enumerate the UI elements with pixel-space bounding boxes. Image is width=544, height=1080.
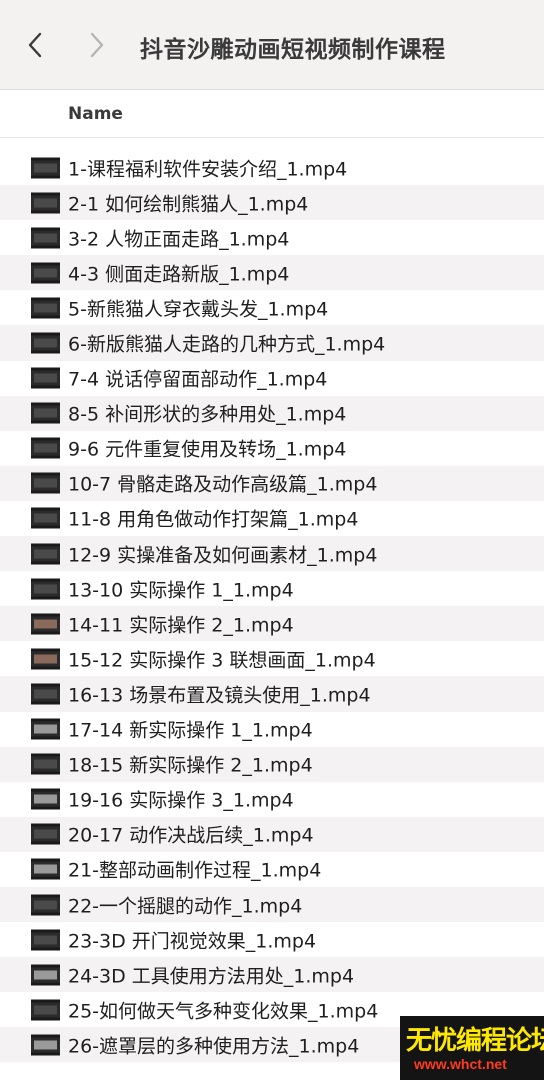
file-row[interactable]: 16-13 场景布置及镜头使用_1.mp4 bbox=[0, 676, 544, 712]
video-thumbnail-icon bbox=[31, 192, 60, 214]
list-header: Name bbox=[0, 90, 544, 138]
video-thumbnail-icon bbox=[31, 613, 60, 635]
file-row[interactable]: 6-新版熊猫人走路的几种方式_1.mp4 bbox=[0, 325, 544, 361]
file-row[interactable]: 19-16 实际操作 3_1.mp4 bbox=[0, 782, 544, 817]
file-name: 12-9 实操准备及如何画素材_1.mp4 bbox=[68, 544, 378, 567]
video-thumbnail-icon bbox=[31, 788, 60, 810]
file-name: 7-4 说话停留面部动作_1.mp4 bbox=[68, 368, 328, 391]
video-thumbnail-icon bbox=[31, 157, 60, 179]
back-button[interactable] bbox=[20, 28, 50, 62]
file-row[interactable]: 10-7 骨骼走路及动作高级篇_1.mp4 bbox=[0, 465, 544, 501]
video-thumbnail-icon bbox=[31, 472, 60, 494]
file-name: 25-如何做天气多种变化效果_1.mp4 bbox=[68, 1000, 379, 1023]
chevron-left-icon bbox=[28, 32, 42, 58]
file-row[interactable]: 8-5 补间形状的多种用处_1.mp4 bbox=[0, 395, 544, 431]
chevron-right-icon bbox=[90, 32, 104, 58]
video-thumbnail-icon bbox=[31, 1034, 60, 1056]
file-list: 1-课程福利软件安装介绍_1.mp4 2-1 如何绘制熊猫人_1.mp4 3-2… bbox=[0, 150, 544, 1063]
column-header-name[interactable]: Name bbox=[68, 104, 123, 124]
file-name: 13-10 实际操作 1_1.mp4 bbox=[68, 579, 294, 602]
forward-button[interactable] bbox=[82, 28, 112, 62]
video-thumbnail-icon bbox=[31, 929, 60, 951]
video-thumbnail-icon bbox=[31, 262, 60, 284]
video-thumbnail-icon bbox=[31, 507, 60, 529]
file-name: 19-16 实际操作 3_1.mp4 bbox=[68, 789, 294, 812]
file-name: 24-3D 工具使用方法用处_1.mp4 bbox=[68, 965, 355, 988]
file-name: 11-8 用角色做动作打架篇_1.mp4 bbox=[68, 508, 359, 531]
file-row[interactable]: 13-10 实际操作 1_1.mp4 bbox=[0, 571, 544, 606]
video-thumbnail-icon bbox=[31, 297, 60, 319]
file-name: 6-新版熊猫人走路的几种方式_1.mp4 bbox=[68, 333, 386, 356]
watermark-text: 无忧编程论坛 bbox=[406, 1026, 544, 1056]
video-thumbnail-icon bbox=[31, 894, 60, 916]
file-name: 22-一个摇腿的动作_1.mp4 bbox=[68, 895, 303, 918]
file-name: 2-1 如何绘制熊猫人_1.mp4 bbox=[68, 193, 309, 216]
file-row[interactable]: 11-8 用角色做动作打架篇_1.mp4 bbox=[0, 501, 544, 536]
file-name: 15-12 实际操作 3 联想画面_1.mp4 bbox=[68, 649, 376, 672]
file-name: 23-3D 开门视觉效果_1.mp4 bbox=[68, 930, 317, 953]
file-row[interactable]: 4-3 侧面走路新版_1.mp4 bbox=[0, 255, 544, 291]
watermark-logo: 无忧编程论坛 www.whct.net bbox=[400, 1016, 544, 1080]
file-name: 1-课程福利软件安装介绍_1.mp4 bbox=[68, 158, 348, 181]
file-name: 4-3 侧面走路新版_1.mp4 bbox=[68, 263, 290, 286]
file-row[interactable]: 5-新熊猫人穿衣戴头发_1.mp4 bbox=[0, 290, 544, 325]
video-thumbnail-icon bbox=[31, 648, 60, 670]
video-thumbnail-icon bbox=[31, 227, 60, 249]
video-thumbnail-icon bbox=[31, 543, 60, 565]
watermark-url: www.whct.net bbox=[414, 1056, 507, 1072]
file-row[interactable]: 21-整部动画制作过程_1.mp4 bbox=[0, 852, 544, 887]
file-name: 10-7 骨骼走路及动作高级篇_1.mp4 bbox=[68, 473, 378, 496]
file-row[interactable]: 3-2 人物正面走路_1.mp4 bbox=[0, 220, 544, 255]
video-thumbnail-icon bbox=[31, 718, 60, 740]
file-row[interactable]: 23-3D 开门视觉效果_1.mp4 bbox=[0, 922, 544, 957]
file-name: 18-15 新实际操作 2_1.mp4 bbox=[68, 754, 313, 777]
file-row[interactable]: 14-11 实际操作 2_1.mp4 bbox=[0, 606, 544, 642]
file-row[interactable]: 12-9 实操准备及如何画素材_1.mp4 bbox=[0, 536, 544, 572]
video-thumbnail-icon bbox=[31, 823, 60, 845]
video-thumbnail-icon bbox=[31, 858, 60, 880]
file-row[interactable]: 15-12 实际操作 3 联想画面_1.mp4 bbox=[0, 641, 544, 676]
file-row[interactable]: 1-课程福利软件安装介绍_1.mp4 bbox=[0, 150, 544, 185]
video-thumbnail-icon bbox=[31, 437, 60, 459]
file-name: 9-6 元件重复使用及转场_1.mp4 bbox=[68, 438, 347, 461]
file-name: 14-11 实际操作 2_1.mp4 bbox=[68, 614, 294, 637]
video-thumbnail-icon bbox=[31, 964, 60, 986]
file-row[interactable]: 2-1 如何绘制熊猫人_1.mp4 bbox=[0, 185, 544, 221]
window-toolbar: 抖音沙雕动画短视频制作课程 bbox=[0, 0, 544, 90]
file-name: 26-遮罩层的多种使用方法_1.mp4 bbox=[68, 1035, 360, 1058]
file-name: 16-13 场景布置及镜头使用_1.mp4 bbox=[68, 684, 371, 707]
file-name: 8-5 补间形状的多种用处_1.mp4 bbox=[68, 403, 347, 426]
video-thumbnail-icon bbox=[31, 683, 60, 705]
video-thumbnail-icon bbox=[31, 999, 60, 1021]
file-row[interactable]: 9-6 元件重复使用及转场_1.mp4 bbox=[0, 431, 544, 466]
window-title: 抖音沙雕动画短视频制作课程 bbox=[140, 37, 446, 63]
video-thumbnail-icon bbox=[31, 578, 60, 600]
file-name: 21-整部动画制作过程_1.mp4 bbox=[68, 859, 322, 882]
video-thumbnail-icon bbox=[31, 753, 60, 775]
file-row[interactable]: 18-15 新实际操作 2_1.mp4 bbox=[0, 746, 544, 782]
file-row[interactable]: 22-一个摇腿的动作_1.mp4 bbox=[0, 886, 544, 923]
video-thumbnail-icon bbox=[31, 367, 60, 389]
file-name: 17-14 新实际操作 1_1.mp4 bbox=[68, 719, 313, 742]
file-name: 20-17 动作决战后续_1.mp4 bbox=[68, 824, 314, 847]
file-name: 3-2 人物正面走路_1.mp4 bbox=[68, 228, 290, 251]
file-name: 5-新熊猫人穿衣戴头发_1.mp4 bbox=[68, 298, 329, 321]
file-row[interactable]: 17-14 新实际操作 1_1.mp4 bbox=[0, 712, 544, 747]
video-thumbnail-icon bbox=[31, 332, 60, 354]
file-row[interactable]: 24-3D 工具使用方法用处_1.mp4 bbox=[0, 957, 544, 993]
file-row[interactable]: 7-4 说话停留面部动作_1.mp4 bbox=[0, 361, 544, 396]
video-thumbnail-icon bbox=[31, 402, 60, 424]
file-row[interactable]: 20-17 动作决战后续_1.mp4 bbox=[0, 816, 544, 852]
